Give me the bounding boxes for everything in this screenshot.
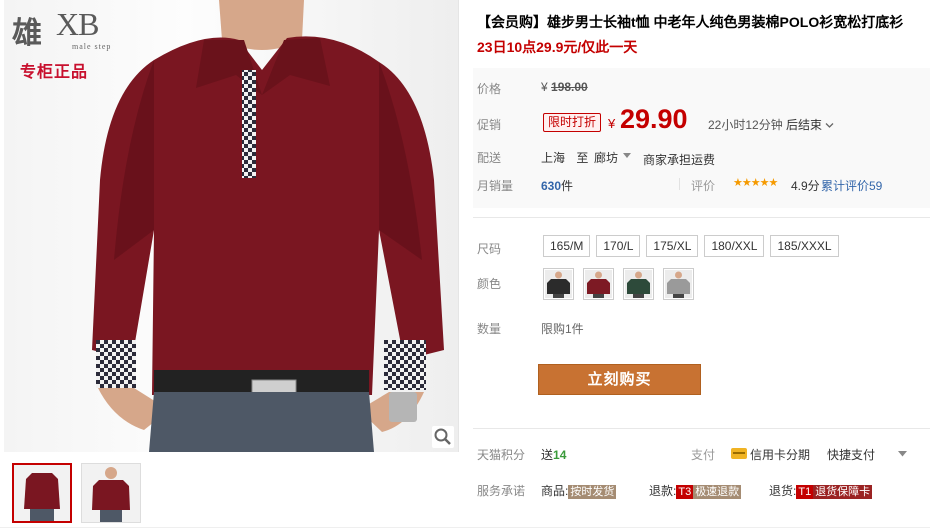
points-label: 天猫积分 bbox=[477, 448, 526, 462]
monthly-sales: 630件 bbox=[541, 177, 573, 194]
size-option[interactable]: 165/M bbox=[543, 235, 591, 257]
thumbnail-1[interactable] bbox=[12, 463, 72, 523]
color-label: 颜色 bbox=[477, 277, 502, 291]
size-option[interactable]: 170/L bbox=[596, 235, 641, 257]
size-option[interactable]: 185/XXXL bbox=[770, 235, 839, 257]
product-title: 【会员购】雄步男士长袖t恤 中老年人纯色男装棉POLO衫宽松打底衫 bbox=[477, 14, 904, 30]
service-refund-tag: 极速退款 bbox=[693, 485, 742, 499]
service-goods-tag: 按时发货 bbox=[568, 485, 617, 499]
promo-price-value: 29.90 bbox=[620, 104, 688, 134]
service-refund-prefix: 退款: bbox=[649, 484, 677, 498]
size-label: 尺码 bbox=[477, 242, 502, 256]
zoom-icon[interactable] bbox=[432, 426, 454, 448]
shipping-from-city: 上海 bbox=[541, 151, 566, 165]
brand-logo: 雄 XB male step bbox=[12, 6, 112, 52]
thumbnail-strip bbox=[12, 463, 141, 523]
original-price-value: 198.00 bbox=[551, 80, 588, 94]
size-options: 165/M 170/L 175/XL 180/XXL 185/XXXL bbox=[543, 235, 839, 257]
swatch-shirt bbox=[625, 270, 652, 298]
thumbnail-2-image bbox=[82, 464, 140, 522]
product-info-panel: 【会员购】雄步男士长袖t恤 中老年人纯色男装棉POLO衫宽松打底衫 23日10点… bbox=[473, 0, 930, 531]
product-gallery: 雄 XB male step 专柜正品 bbox=[4, 0, 459, 531]
brand-logo-chinese: 雄 bbox=[12, 16, 42, 51]
promo-label: 促销 bbox=[477, 118, 502, 132]
shipping-destination-select[interactable]: 廊坊 bbox=[594, 149, 618, 166]
service-row: 服务承诺 商品: 按时发货 退款: T3 极速退款 退货: T1 退货保障卡 bbox=[477, 482, 927, 500]
promo-price-currency: ¥ bbox=[608, 116, 616, 131]
caret-down-icon[interactable] bbox=[898, 450, 907, 457]
price-label: 价格 bbox=[477, 82, 502, 96]
quick-pay-link[interactable]: 快捷支付 bbox=[827, 446, 875, 463]
rating-label: 评价 bbox=[691, 179, 716, 193]
promo-tag: 限时打折 bbox=[543, 113, 602, 132]
swatch-shirt bbox=[585, 270, 612, 298]
points-value: 14 bbox=[553, 448, 567, 462]
swatch-shirt bbox=[665, 270, 692, 298]
original-price-currency: ¥ bbox=[541, 80, 548, 94]
promo-countdown[interactable]: 22小时12分钟 后结束 bbox=[708, 116, 834, 133]
service-return[interactable]: 退货: T1 退货保障卡 bbox=[769, 482, 873, 499]
color-swatch-grey[interactable] bbox=[663, 268, 694, 300]
color-swatch-wine-red[interactable] bbox=[583, 268, 614, 300]
countdown-ends: 后结束 bbox=[786, 118, 823, 132]
shipping-from: 上海 至 bbox=[541, 149, 588, 166]
service-return-tag: 退货保障卡 bbox=[813, 485, 873, 499]
service-return-code: T1 bbox=[796, 485, 814, 499]
reviews-link[interactable]: 累计评价59 bbox=[821, 177, 882, 194]
points-row: 天猫积分 送14 支付 信用卡分期 快捷支付 bbox=[477, 446, 927, 464]
countdown-time: 22小时12分钟 bbox=[708, 118, 783, 132]
color-options bbox=[543, 268, 694, 300]
brand-logo-english: XB bbox=[56, 6, 99, 42]
points-send: 送14 bbox=[541, 446, 566, 463]
shipping-label: 配送 bbox=[477, 151, 502, 165]
rating-value: 4.9分 bbox=[791, 179, 820, 193]
quantity-limit: 限购1件 bbox=[541, 322, 584, 336]
shipping-to-word: 至 bbox=[576, 151, 589, 165]
authentic-badge: 专柜正品 bbox=[20, 64, 89, 81]
rating-stars-icon: ★★★★★ bbox=[733, 177, 778, 189]
original-price: ¥ 198.00 bbox=[541, 80, 588, 94]
monthly-sales-count: 630 bbox=[541, 179, 562, 193]
monthly-sales-label: 月销量 bbox=[477, 179, 514, 193]
section-divider bbox=[473, 428, 930, 429]
thumbnail-2[interactable] bbox=[81, 463, 141, 523]
credit-card-icon bbox=[731, 448, 747, 459]
service-refund-code: T3 bbox=[676, 485, 694, 499]
service-refund[interactable]: 退款: T3 极速退款 bbox=[649, 482, 742, 499]
quantity-label: 数量 bbox=[477, 322, 502, 336]
swatch-shirt bbox=[545, 270, 572, 298]
shipping-note: 商家承担运费 bbox=[643, 153, 716, 167]
section-divider bbox=[473, 217, 930, 218]
points-send-word: 送 bbox=[541, 448, 554, 462]
main-product-image[interactable]: 雄 XB male step 专柜正品 bbox=[4, 0, 459, 452]
divider bbox=[679, 178, 680, 190]
caret-down-icon[interactable] bbox=[623, 151, 631, 159]
brand-logo-tagline: male step bbox=[72, 42, 112, 51]
monthly-sales-unit: 件 bbox=[561, 179, 574, 193]
buy-now-button[interactable]: 立刻购买 bbox=[538, 364, 701, 395]
service-goods[interactable]: 商品: 按时发货 bbox=[541, 482, 617, 499]
chevron-down-icon bbox=[825, 123, 834, 128]
size-option[interactable]: 180/XXL bbox=[704, 235, 765, 257]
thumbnail-1-image bbox=[14, 465, 70, 521]
product-subtitle: 23日10点29.9元/仅此一天 bbox=[477, 39, 638, 55]
page-border bbox=[0, 527, 930, 528]
payment-label: 支付 bbox=[691, 448, 716, 462]
service-return-prefix: 退货: bbox=[769, 484, 797, 498]
credit-installment-link[interactable]: 信用卡分期 bbox=[750, 446, 810, 463]
service-goods-prefix: 商品: bbox=[541, 484, 569, 498]
color-swatch-black[interactable] bbox=[543, 268, 574, 300]
service-label: 服务承诺 bbox=[477, 484, 526, 498]
size-option[interactable]: 175/XL bbox=[646, 235, 699, 257]
color-swatch-dark-green[interactable] bbox=[623, 268, 654, 300]
